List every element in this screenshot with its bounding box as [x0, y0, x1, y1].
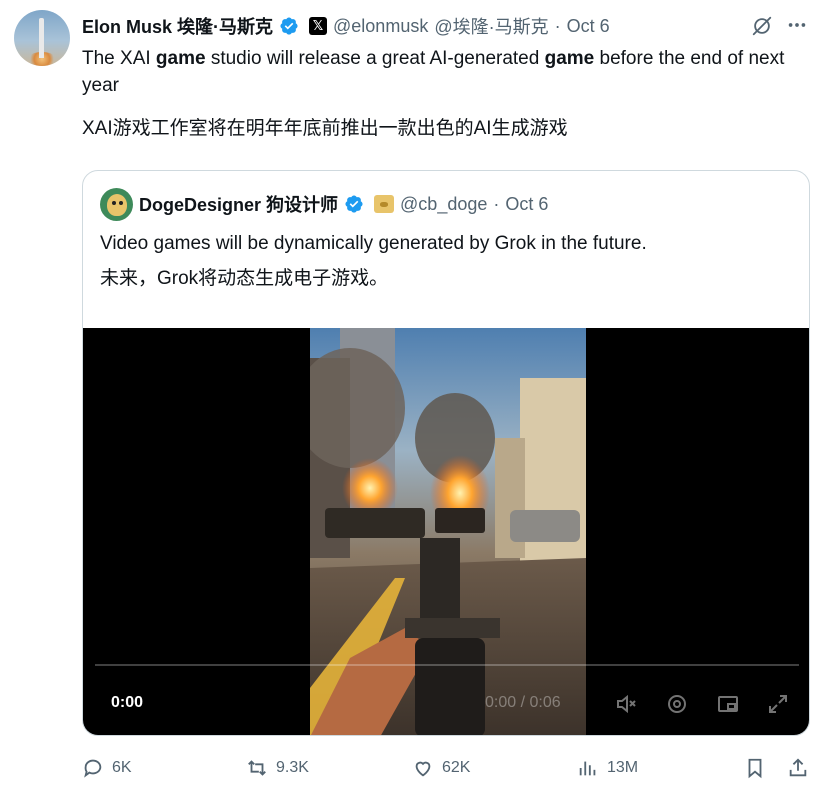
author-handle-alt: @埃隆·马斯克 [434, 17, 549, 37]
repost-button[interactable]: 9.3K [246, 753, 309, 783]
reply-button[interactable]: 6K [82, 753, 132, 783]
verified-badge-icon [280, 17, 298, 35]
header-separator: · [554, 15, 561, 36]
video-progress-bar[interactable] [95, 664, 799, 666]
tweet-date[interactable]: Oct 6 [567, 16, 610, 37]
tweet-text-part: The XAI [82, 48, 156, 69]
views-count: 13M [607, 759, 639, 776]
mute-icon[interactable] [614, 692, 638, 716]
share-icon [789, 758, 807, 777]
quoted-author-avatar[interactable] [100, 187, 133, 221]
fullscreen-icon[interactable] [766, 692, 790, 716]
quoted-tweet-date[interactable]: Oct 6 [505, 194, 548, 215]
repost-icon [248, 760, 266, 776]
video-duration: 0:00 / 0:06 [485, 694, 561, 711]
like-button[interactable]: 62K [412, 753, 470, 783]
tweet-text-highlight: game [155, 48, 206, 69]
quoted-author-name[interactable]: DogeDesigner 狗设计师 [139, 191, 338, 217]
avatar-doge-face [107, 193, 127, 216]
doge-badge-icon [374, 195, 395, 213]
grok-icon[interactable] [751, 15, 773, 37]
video-current-time: 0:00 [111, 694, 144, 711]
like-count: 62K [442, 759, 471, 776]
picture-in-picture-icon[interactable] [716, 692, 740, 716]
video-frame [310, 328, 586, 735]
tweet-action-bar: 6K 9.3K 62K 13M [0, 753, 839, 783]
tweet-text-part: studio will release a great AI-generated [205, 48, 545, 69]
x-logo-icon: 𝕏 [309, 17, 328, 35]
like-icon [415, 761, 431, 777]
tweet-text-highlight: game [544, 48, 595, 69]
reply-icon [84, 759, 102, 778]
header-separator: · [493, 193, 500, 214]
share-button[interactable] [787, 753, 809, 783]
quoted-author-handle[interactable]: @cb_doge [400, 194, 487, 215]
avatar-eye [119, 200, 123, 205]
author-avatar[interactable] [14, 10, 70, 66]
bookmark-button[interactable] [744, 753, 766, 783]
tweet-text-translation: XAI游戏工作室将在明年年底前推出一款出色的AI生成游戏 [82, 118, 568, 139]
avatar-rocket [39, 18, 44, 58]
quoted-tweet[interactable]: DogeDesigner 狗设计师 @cb_doge · Oct 6 Video… [82, 170, 810, 736]
bookmark-icon [748, 758, 762, 779]
tweet-text: The XAI game studio will release a great… [82, 45, 822, 99]
video-player[interactable]: 0:00 0:00 / 0:06 [83, 328, 809, 735]
verified-badge-icon [345, 195, 363, 213]
views-button[interactable]: 13M [577, 753, 638, 783]
repost-count: 9.3K [276, 759, 309, 776]
views-icon [579, 761, 596, 776]
avatar-eye [112, 200, 116, 205]
tweet-header: Elon Musk 埃隆·马斯克 𝕏 @elonmusk @埃隆·马斯克 · O… [82, 14, 610, 38]
author-name[interactable]: Elon Musk 埃隆·马斯克 [82, 13, 273, 39]
reply-count: 6K [112, 759, 132, 776]
quoted-tweet-text: Video games will be dynamically generate… [100, 233, 647, 254]
settings-icon[interactable] [665, 692, 689, 716]
quoted-tweet-translation: 未来，Grok将动态生成电子游戏。 [100, 268, 389, 289]
author-handle[interactable]: @elonmusk [333, 16, 428, 37]
quoted-tweet-header: DogeDesigner 狗设计师 @cb_doge · Oct 6 [100, 187, 548, 221]
more-icon[interactable] [786, 14, 808, 36]
